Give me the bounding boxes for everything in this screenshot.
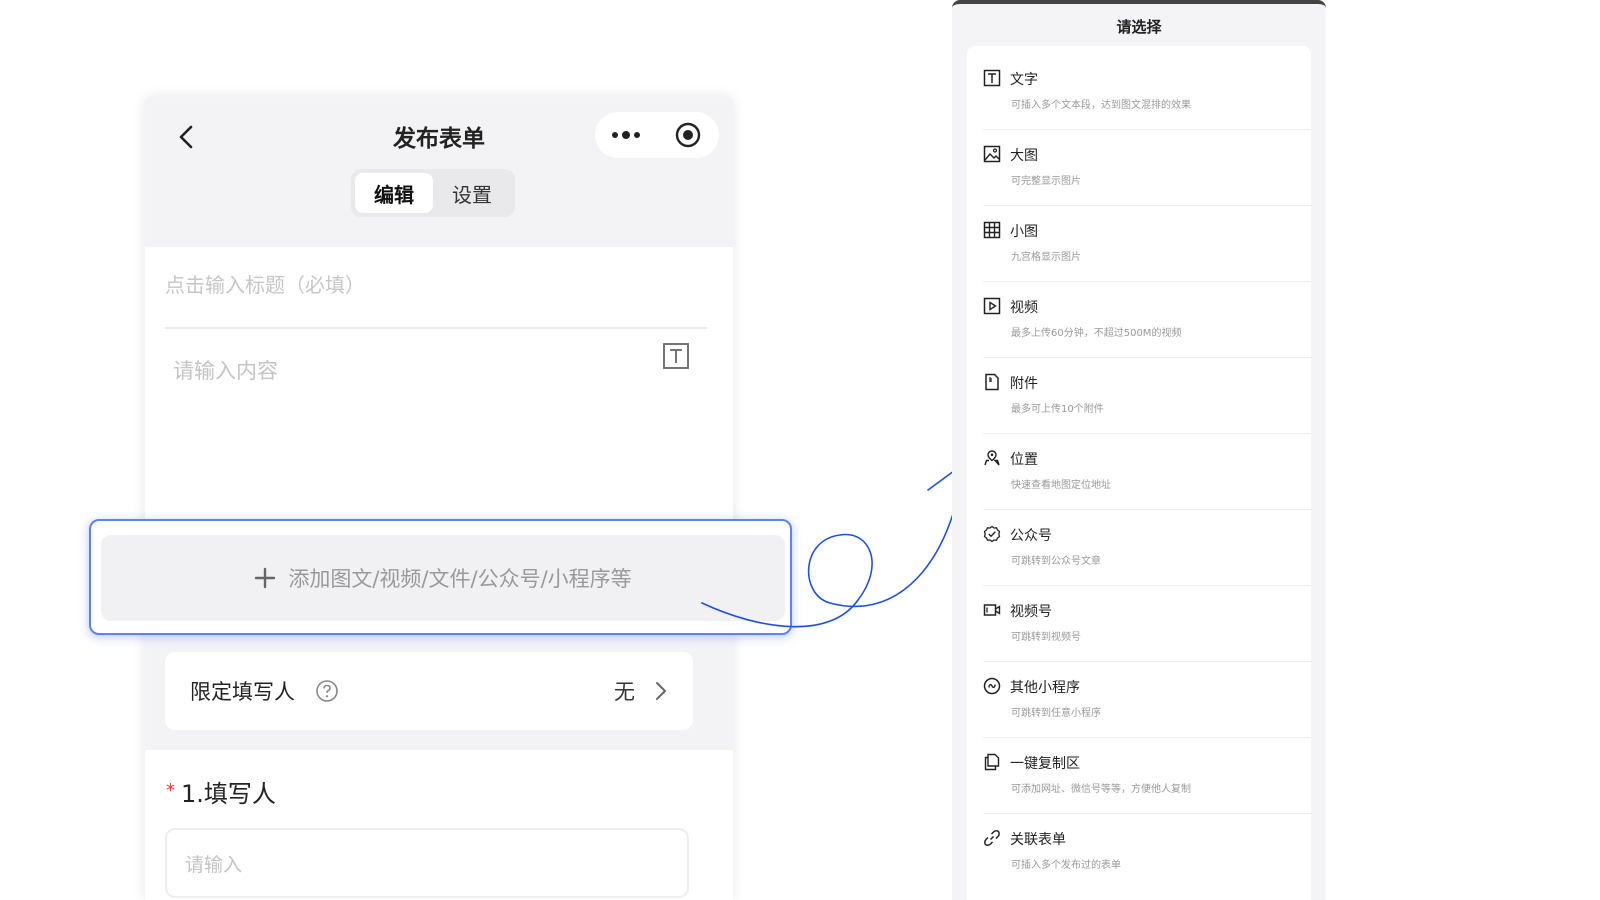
restrict-filler-row[interactable]: 限定填写人 无 <box>165 652 693 730</box>
text-icon <box>983 69 1001 87</box>
option-large-image[interactable]: 大图 可完整显示图片 <box>983 130 1311 206</box>
tab-edit[interactable]: 编辑 <box>355 173 433 213</box>
option-linked-form[interactable]: 关联表单 可插入多个发布过的表单 <box>983 814 1311 890</box>
plus-icon <box>255 567 276 589</box>
more-dots-icon <box>612 131 640 139</box>
content-card: 点击输入标题（必填） 请输入内容 <box>145 247 733 527</box>
link-icon <box>984 830 1000 846</box>
content-input[interactable]: 请输入内容 <box>173 355 278 385</box>
option-video[interactable]: 视频 最多上传60分钟，不超过500M的视频 <box>983 282 1311 358</box>
option-title: 公众号 <box>1010 528 1052 544</box>
option-title: 关联表单 <box>1010 832 1066 848</box>
option-desc: 可添加网址、微信号等等，方便他人复制 <box>1011 784 1191 795</box>
option-text[interactable]: 文字 可插入多个文本段，达到图文混排的效果 <box>983 54 1311 130</box>
option-title: 一键复制区 <box>1010 756 1080 772</box>
option-attachment[interactable]: 附件 最多可上传10个附件 <box>983 358 1311 434</box>
option-desc: 最多可上传10个附件 <box>1011 404 1104 415</box>
help-icon[interactable] <box>315 679 339 703</box>
restrict-value: 无 <box>614 680 635 704</box>
edit-settings-tabs: 编辑 设置 <box>351 169 515 217</box>
answer-input[interactable]: 请输入 <box>165 828 689 898</box>
phone-screen: 发布表单 编辑 设置 点击输入标题（必填） 请输入内容 限定填写人 无 * 1.… <box>145 97 733 900</box>
image-icon <box>983 145 1001 163</box>
option-location[interactable]: 位置 快速查看地图定位地址 <box>983 434 1311 510</box>
option-video-channel[interactable]: 视频号 可跳转到视频号 <box>983 586 1311 662</box>
add-content-button[interactable]: 添加图文/视频/文件/公众号/小程序等 <box>101 535 785 621</box>
required-mark: * <box>166 780 175 801</box>
option-desc: 可跳转到任意小程序 <box>1011 708 1101 719</box>
title-input[interactable]: 点击输入标题（必填） <box>165 269 365 298</box>
option-desc: 可插入多个发布过的表单 <box>1011 860 1121 871</box>
close-miniprogram-button[interactable] <box>657 112 719 158</box>
option-desc: 可跳转到视频号 <box>1011 632 1081 643</box>
option-desc: 可跳转到公众号文章 <box>1011 556 1101 567</box>
option-desc: 可插入多个文本段，达到图文混排的效果 <box>1011 100 1191 111</box>
option-title: 视频 <box>1010 300 1038 316</box>
option-title: 附件 <box>1010 376 1038 392</box>
option-title: 视频号 <box>1010 604 1052 620</box>
tab-settings[interactable]: 设置 <box>433 173 511 213</box>
grid-icon <box>983 221 1001 239</box>
target-icon <box>675 122 701 148</box>
question-block: * 1.填写人 请输入 <box>145 750 733 900</box>
location-icon <box>984 450 1000 466</box>
option-other-mini-program[interactable]: 其他小程序 可跳转到任意小程序 <box>983 662 1311 738</box>
video-icon <box>983 297 1001 315</box>
option-small-image[interactable]: 小图 九宫格显示图片 <box>983 206 1311 282</box>
text-format-icon[interactable] <box>662 342 690 370</box>
option-title: 位置 <box>1010 452 1038 468</box>
option-title: 文字 <box>1010 72 1038 88</box>
chevron-right-icon <box>656 682 667 700</box>
mini-program-icon <box>983 677 1001 695</box>
copy-icon <box>984 753 1000 771</box>
add-content-highlight: 添加图文/视频/文件/公众号/小程序等 <box>89 519 792 635</box>
option-desc: 最多上传60分钟，不超过500M的视频 <box>1011 328 1182 339</box>
option-desc: 可完整显示图片 <box>1011 176 1081 187</box>
option-title: 大图 <box>1010 148 1038 164</box>
option-title: 小图 <box>1010 224 1038 240</box>
restrict-label: 限定填写人 <box>190 680 295 704</box>
question-title: 1.填写人 <box>181 780 276 808</box>
official-account-icon <box>983 525 1001 543</box>
option-copy-area[interactable]: 一键复制区 可添加网址、微信号等等，方便他人复制 <box>983 738 1311 814</box>
add-content-label: 添加图文/视频/文件/公众号/小程序等 <box>288 567 632 591</box>
option-desc: 九宫格显示图片 <box>1011 252 1081 263</box>
answer-placeholder: 请输入 <box>185 854 243 876</box>
select-sheet: 请选择 文字 可插入多个文本段，达到图文混排的效果 大图 可完整显示图片 小图 … <box>952 0 1326 900</box>
divider <box>165 327 707 329</box>
sheet-title: 请选择 <box>1116 18 1162 36</box>
capsule-menu <box>595 112 719 158</box>
option-desc: 快速查看地图定位地址 <box>1011 480 1111 491</box>
more-button[interactable] <box>595 112 657 158</box>
option-official-account[interactable]: 公众号 可跳转到公众号文章 <box>983 510 1311 586</box>
file-icon <box>985 373 999 391</box>
option-title: 其他小程序 <box>1010 680 1080 696</box>
video-channel-icon <box>983 604 1001 616</box>
option-list: 文字 可插入多个文本段，达到图文混排的效果 大图 可完整显示图片 小图 九宫格显… <box>967 46 1311 900</box>
